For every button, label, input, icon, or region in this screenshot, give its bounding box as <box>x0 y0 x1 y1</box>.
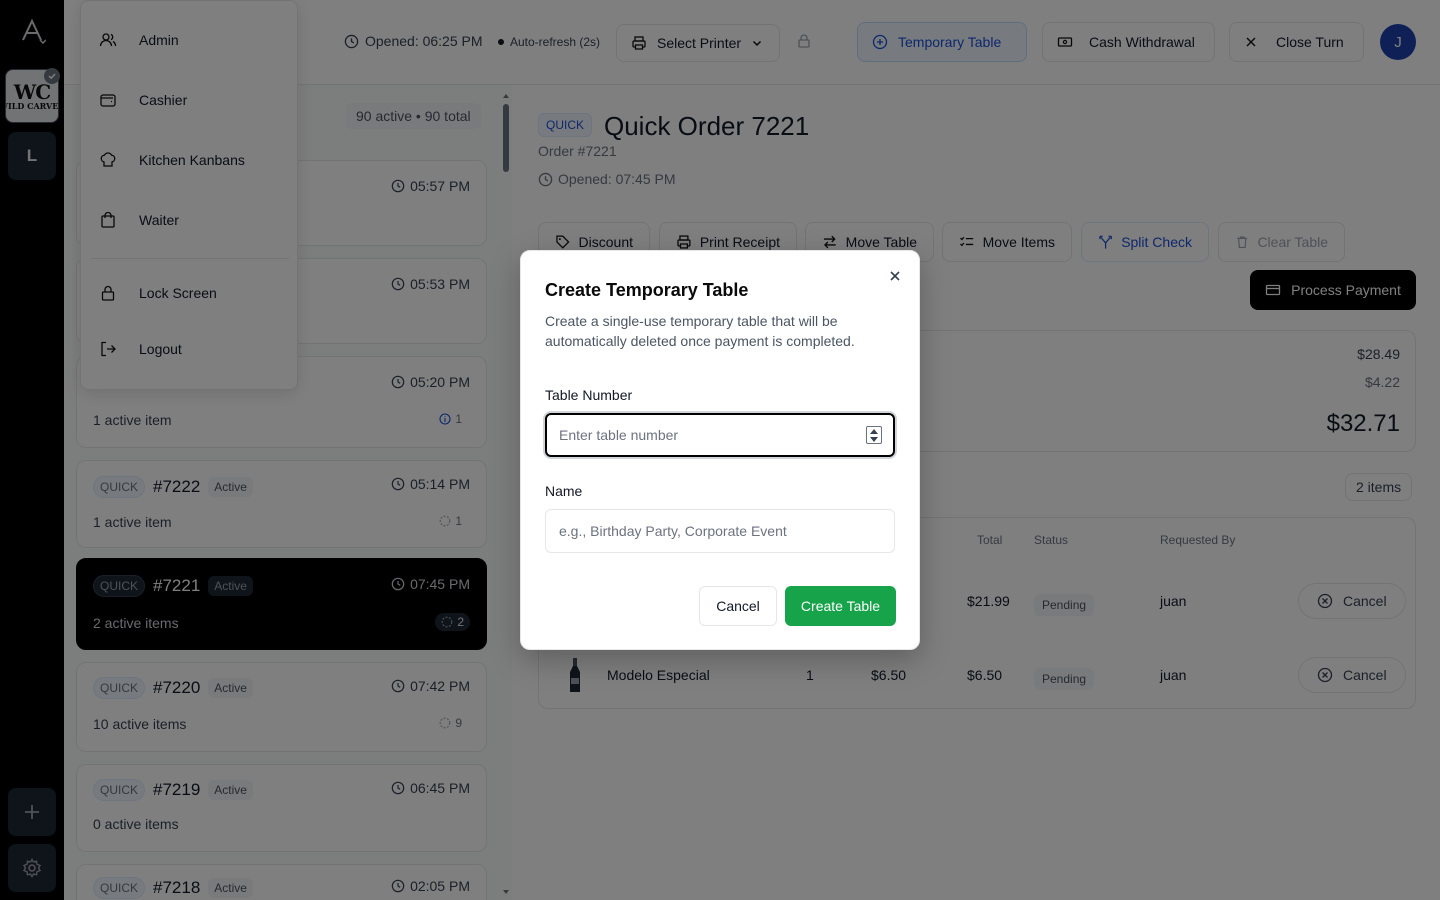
number-stepper[interactable] <box>866 426 882 444</box>
create-temporary-table-dialog: Create Temporary Table Create a single-u… <box>520 250 920 650</box>
close-icon[interactable] <box>887 268 903 284</box>
table-number-input[interactable] <box>545 413 895 457</box>
name-label: Name <box>545 483 583 499</box>
dialog-title: Create Temporary Table <box>545 280 749 300</box>
table-number-label: Table Number <box>545 387 633 403</box>
stepper-down-icon <box>870 436 878 442</box>
table-name-input[interactable] <box>545 509 895 553</box>
cancel-button[interactable]: Cancel <box>699 586 777 626</box>
dialog-description: Create a single-use temporary table that… <box>545 313 855 349</box>
stepper-up-icon <box>870 428 878 434</box>
create-table-button[interactable]: Create Table <box>785 586 896 626</box>
